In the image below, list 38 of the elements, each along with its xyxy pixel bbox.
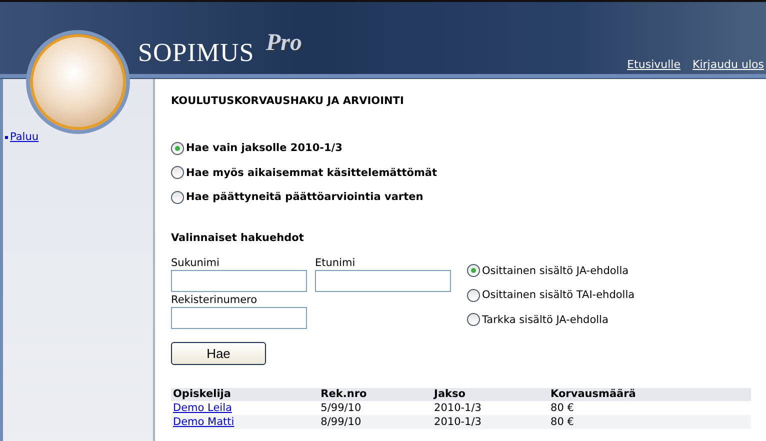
header-link[interactable]: Kirjaudu ulos (692, 58, 764, 71)
bullet-icon (5, 136, 8, 139)
radio-label: Tarkka sisältö JA-ehdolla (482, 314, 608, 326)
radio-button[interactable] (467, 288, 480, 302)
radio-button[interactable] (171, 190, 184, 204)
table-cell: 80 € (548, 400, 751, 414)
logo-suffix: Pro (266, 30, 302, 57)
table-cell: 5/99/10 (318, 400, 432, 414)
radio-label: Osittainen sisältö JA-ehdolla (482, 264, 629, 277)
radio-label: Osittainen sisältö TAI-ehdolla (482, 289, 635, 302)
table-cell: 2010-1/3 (432, 414, 549, 428)
field-label: Etunimi (315, 256, 356, 270)
page-title: KOULUTUSKORVAUSHAKU JA ARVIOINTI (171, 95, 405, 108)
column-header: Opiskelija (171, 388, 319, 400)
student-link[interactable]: Demo Leila (173, 402, 232, 414)
radio-button[interactable] (171, 142, 184, 155)
radio-button[interactable] (467, 313, 480, 326)
input-field[interactable] (315, 270, 451, 292)
radio-label: Hae myös aikaisemmat käsittelemättömät (186, 166, 438, 179)
table-cell: 80 € (548, 414, 751, 428)
field-label: Rekisterinumero (171, 294, 258, 306)
sidebar-link[interactable]: Paluu (10, 131, 39, 143)
header-link[interactable]: Etusivulle (627, 58, 680, 71)
radio-button[interactable] (171, 166, 184, 180)
input-field[interactable] (171, 270, 307, 292)
input-field[interactable] (171, 306, 307, 328)
column-header: Korvausmäärä (548, 388, 751, 400)
section-title: Valinnaiset hakuehdot (171, 232, 305, 244)
radio-label: Hae vain jaksolle 2010-1/3 (186, 142, 342, 154)
search-button[interactable]: Hae (171, 342, 266, 364)
table-cell: 8/99/10 (318, 414, 432, 428)
field-label: Sukunimi (171, 256, 220, 270)
radio-label: Hae päättyneitä päättöarviointia varten (186, 191, 424, 204)
column-header: Jakso (432, 388, 549, 400)
table-cell: 2010-1/3 (432, 400, 549, 414)
logo-text: SOPIMUS (138, 38, 254, 68)
radio-button[interactable] (467, 264, 480, 278)
column-header: Rek.nro (318, 388, 432, 400)
